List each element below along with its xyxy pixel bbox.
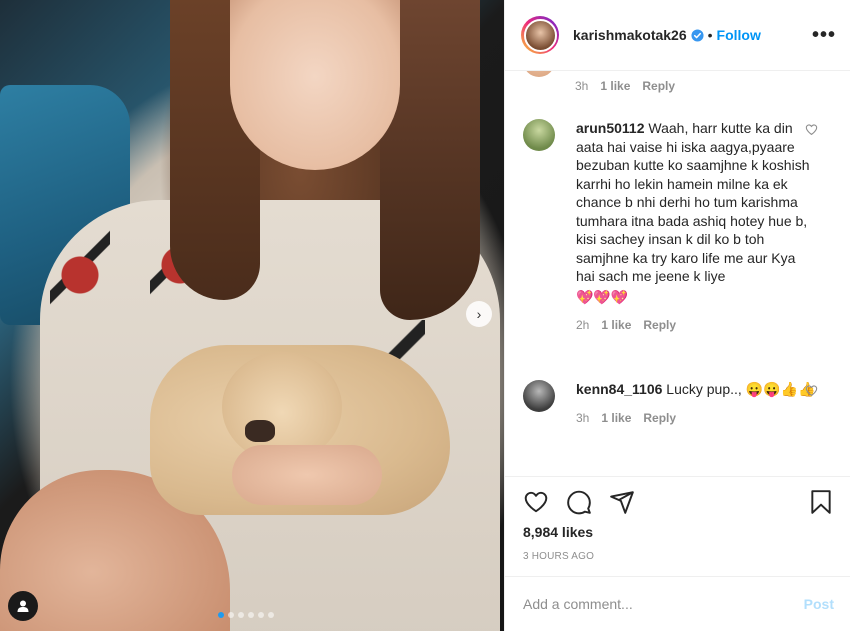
- carousel-next-button[interactable]: ›: [466, 301, 492, 327]
- post-side-panel: karishmakotak26 • Follow ••• 3h 1 like R…: [504, 0, 850, 631]
- comment-reply-button[interactable]: Reply: [643, 409, 676, 428]
- photo-puppy-nose: [245, 420, 275, 442]
- comment-like-count[interactable]: 1 like: [600, 79, 630, 93]
- comments-list[interactable]: 3h 1 like Reply arun50112 Waah, harr kut…: [505, 71, 850, 476]
- post-photo[interactable]: ›: [0, 0, 504, 631]
- comment-input[interactable]: [523, 596, 804, 612]
- comment-body: arun50112 Waah, harr kutte ka din aata h…: [576, 119, 816, 335]
- tagged-users-button[interactable]: [8, 591, 38, 621]
- post-timestamp[interactable]: 3 HOURS AGO: [523, 551, 594, 562]
- comment-reply-button[interactable]: Reply: [643, 316, 676, 335]
- photo-pattern-left: [50, 230, 110, 320]
- photo-face: [230, 0, 400, 170]
- comment-time: 2h: [576, 318, 590, 332]
- heart-icon[interactable]: [523, 489, 549, 515]
- comment-meta: 3h 1 like Reply: [576, 409, 816, 428]
- commenter-username[interactable]: kenn84_1106: [576, 381, 662, 397]
- comment-item: arun50112 Waah, harr kutte ka din aata h…: [523, 119, 840, 335]
- post-comment-button[interactable]: Post: [804, 596, 834, 612]
- post-header: karishmakotak26 • Follow •••: [505, 0, 850, 71]
- comment-text: Waah, harr kutte ka din aata hai vaise h…: [576, 120, 810, 284]
- verified-badge-icon: [691, 28, 704, 42]
- carousel-dot: [228, 612, 234, 618]
- comment-time: 3h: [575, 79, 589, 93]
- commenter-username[interactable]: arun50112: [576, 120, 645, 136]
- more-options-icon[interactable]: •••: [812, 24, 836, 47]
- follow-button[interactable]: Follow: [717, 27, 761, 43]
- likes-count[interactable]: 8,984 likes: [523, 524, 593, 540]
- comment-meta: 2h 1 like Reply: [576, 316, 816, 335]
- comment-reply-button[interactable]: Reply: [642, 79, 675, 93]
- bookmark-icon[interactable]: [808, 489, 834, 515]
- comment-time: 3h: [576, 410, 590, 425]
- comment-emoji: 💖💖💖: [576, 288, 629, 305]
- comment-icon[interactable]: [566, 489, 592, 515]
- carousel-dot: [238, 612, 244, 618]
- comment-avatar-partial: [523, 71, 555, 77]
- comment-item: kenn84_1106 Lucky pup.., 😛😛👍👍 3h 1 like …: [523, 380, 840, 427]
- author-avatar[interactable]: [521, 16, 559, 54]
- action-icons-row: [505, 477, 850, 515]
- user-icon: [17, 600, 29, 612]
- commenter-avatar[interactable]: [523, 119, 555, 151]
- post-actions: 8,984 likes 3 HOURS AGO: [505, 476, 850, 576]
- comment-like-heart-icon[interactable]: [805, 384, 818, 397]
- comment-text: Lucky pup..,: [666, 381, 742, 397]
- author-username[interactable]: karishmakotak26: [573, 27, 687, 43]
- carousel-dot: [248, 612, 254, 618]
- comment-like-heart-icon[interactable]: [805, 123, 818, 136]
- author-avatar-image: [523, 18, 557, 52]
- comment-like-count[interactable]: 1 like: [601, 316, 631, 335]
- commenter-avatar[interactable]: [523, 380, 555, 412]
- add-comment-bar: Post: [505, 576, 850, 631]
- carousel-dot: [268, 612, 274, 618]
- carousel-dot: [218, 612, 224, 618]
- comment-meta-previous: 3h 1 like Reply: [575, 79, 675, 93]
- comment-like-count[interactable]: 1 like: [601, 409, 631, 428]
- carousel-dot: [258, 612, 264, 618]
- photo-hand: [232, 445, 382, 505]
- chevron-right-icon: ›: [476, 306, 482, 322]
- separator-dot: •: [707, 27, 713, 43]
- share-icon[interactable]: [609, 489, 635, 515]
- comment-body: kenn84_1106 Lucky pup.., 😛😛👍👍 3h 1 like …: [576, 380, 816, 427]
- carousel-indicator: [218, 612, 274, 618]
